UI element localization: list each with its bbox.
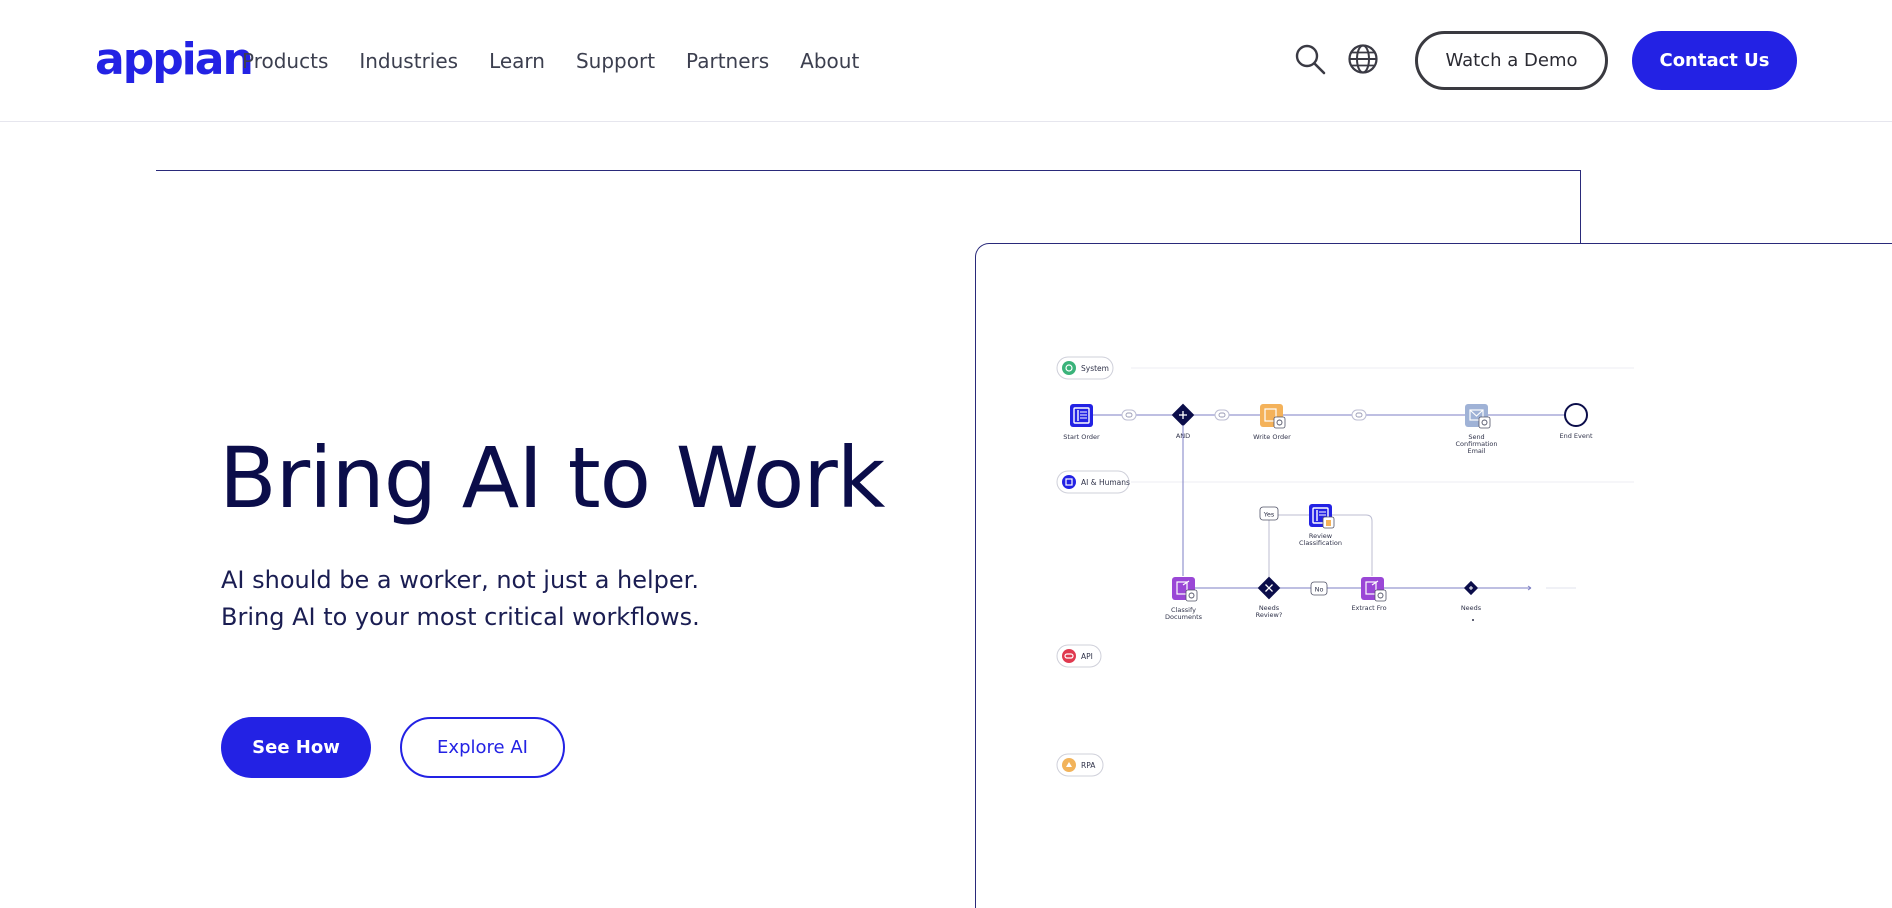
lane-label-rpa: RPA xyxy=(1081,761,1096,770)
node-write-order: Write Order xyxy=(1253,404,1291,441)
label-extract: Extract Fro xyxy=(1351,604,1386,612)
nav-industries[interactable]: Industries xyxy=(359,44,458,78)
nav-learn[interactable]: Learn xyxy=(489,44,545,78)
watch-demo-button[interactable]: Watch a Demo xyxy=(1415,31,1608,90)
link-icon xyxy=(1121,409,1137,421)
nav-about[interactable]: About xyxy=(800,44,859,78)
label-start-order: Start Order xyxy=(1063,433,1100,441)
decorative-line-top xyxy=(156,170,1581,171)
link-icon xyxy=(1214,409,1230,421)
label-end-event: End Event xyxy=(1559,432,1592,440)
explore-ai-button[interactable]: Explore AI xyxy=(400,717,565,778)
label-classify-2: Documents xyxy=(1165,613,1203,621)
node-start-order: Start Order xyxy=(1063,404,1100,441)
hero-title: Bring AI to Work xyxy=(219,429,885,527)
main-nav: Products Industries Learn Support Partne… xyxy=(242,44,890,78)
lane-chip-api: API xyxy=(1056,644,1102,668)
search-icon[interactable] xyxy=(1293,42,1327,76)
hero-subtitle-line-2: Bring AI to your most critical workflows… xyxy=(221,603,700,631)
hero-subtitle-line-1: AI should be a worker, not just a helper… xyxy=(221,566,699,594)
globe-icon[interactable] xyxy=(1346,42,1380,76)
yes-path xyxy=(1268,514,1309,579)
workflow-diagram-card: System AI & Humans API RPA Start Order W… xyxy=(975,243,1892,908)
label-write-order: Write Order xyxy=(1253,433,1291,441)
node-classify-documents: Classify Documents xyxy=(1165,577,1203,621)
node-end-event: End Event xyxy=(1559,403,1593,440)
label-no: No xyxy=(1315,586,1324,594)
lane-label-system: System xyxy=(1081,364,1109,373)
node-review-classification: Review Classification xyxy=(1299,504,1342,547)
label-needs: Needs xyxy=(1461,604,1482,612)
hero-subtitle: AI should be a worker, not just a helper… xyxy=(221,562,700,636)
nav-partners[interactable]: Partners xyxy=(686,44,769,78)
workflow-diagram: System AI & Humans API RPA Start Order W… xyxy=(1056,356,1634,777)
no-label-chip: No xyxy=(1310,581,1328,596)
lane-chip-rpa: RPA xyxy=(1056,753,1104,777)
node-needs-gateway: Needs xyxy=(1461,580,1482,621)
site-header: appian Products Industries Learn Support… xyxy=(0,0,1892,122)
link-icon xyxy=(1351,409,1367,421)
decorative-line-vertical xyxy=(1580,170,1581,244)
lane-chip-ai-humans: AI & Humans xyxy=(1056,470,1130,494)
lane-label-ai-humans: AI & Humans xyxy=(1081,478,1130,487)
label-needs-review-2: Review? xyxy=(1256,611,1283,619)
nav-products[interactable]: Products xyxy=(242,44,328,78)
contact-us-button[interactable]: Contact Us xyxy=(1632,31,1797,90)
node-send-confirmation-email: Send Confirmation Email xyxy=(1455,404,1498,455)
lane-chip-system: System xyxy=(1056,356,1114,380)
node-needs-review-gateway: Needs Review? xyxy=(1256,576,1283,619)
see-how-button[interactable]: See How xyxy=(221,717,371,778)
nav-support[interactable]: Support xyxy=(576,44,655,78)
label-send-3: Email xyxy=(1467,447,1485,455)
label-yes: Yes xyxy=(1263,511,1275,519)
lane-label-api: API xyxy=(1081,652,1093,661)
yes-label-chip: Yes xyxy=(1259,506,1279,521)
node-extract: Extract Fro xyxy=(1351,577,1387,612)
label-review-2: Classification xyxy=(1299,539,1342,547)
appian-logo[interactable]: appian xyxy=(95,30,254,90)
